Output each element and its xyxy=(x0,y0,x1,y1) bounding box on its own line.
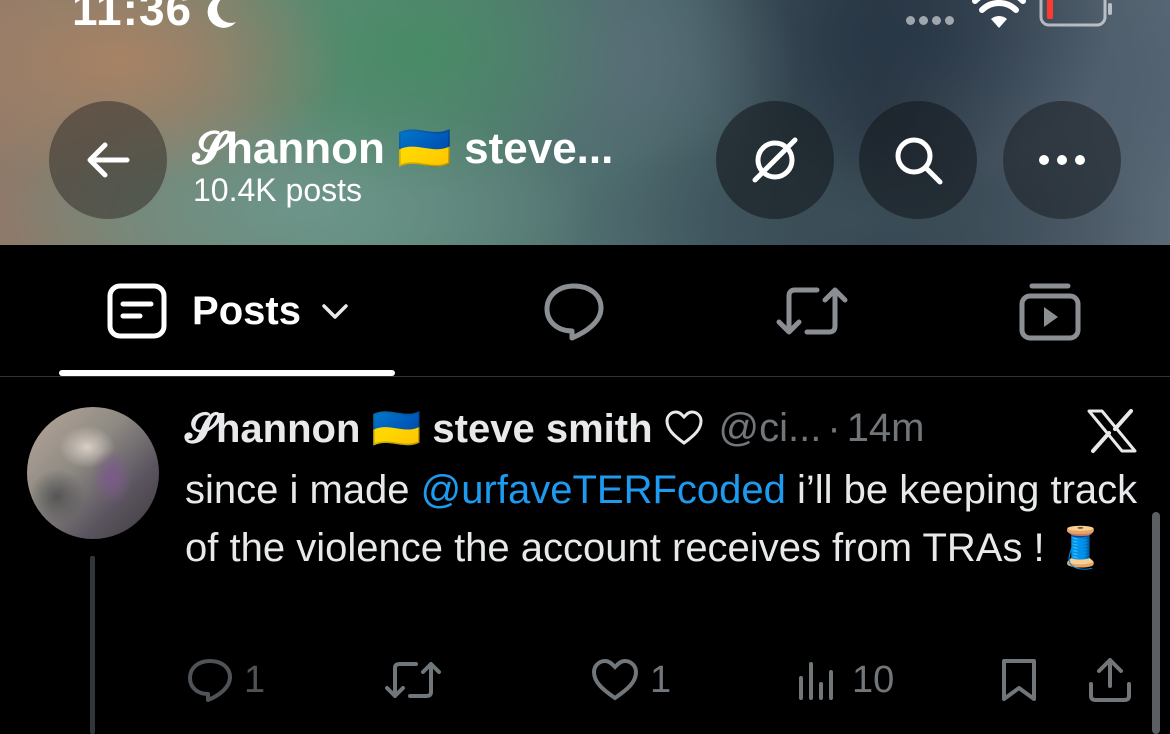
bookmark-button[interactable] xyxy=(998,650,1040,710)
tweet-text-start: since i made xyxy=(185,468,421,512)
more-options-button[interactable] xyxy=(1003,101,1121,219)
grok-icon xyxy=(752,137,798,183)
back-arrow-icon xyxy=(87,142,130,178)
separator-dot: · xyxy=(827,405,841,450)
tab-posts-label: Posts xyxy=(192,288,301,333)
search-button[interactable] xyxy=(859,101,977,219)
reply-icon xyxy=(188,659,232,702)
tab-replies[interactable] xyxy=(494,245,654,377)
views-button[interactable]: 10 xyxy=(796,650,894,710)
tweet-actions: 1 1 10 xyxy=(0,650,1170,710)
post-count: 10.4K posts xyxy=(193,172,362,208)
tweet-author-name[interactable]: 𝓢hannon 🇺🇦 steve smith xyxy=(185,405,653,452)
bookmark-icon xyxy=(1002,659,1036,701)
scrollbar[interactable] xyxy=(1152,512,1160,734)
tab-reposts[interactable] xyxy=(732,245,892,377)
back-button[interactable] xyxy=(49,101,167,219)
profile-tab-bar: Posts xyxy=(0,245,1170,377)
ellipsis-icon xyxy=(1039,155,1085,165)
active-tab-indicator xyxy=(59,370,395,376)
profile-header: 11:36 𝓢hannon 🇺🇦 steve... 10.4K posts xyxy=(0,0,1170,245)
moon-icon xyxy=(207,0,236,28)
cellular-signal-icon xyxy=(906,16,954,25)
heart-icon xyxy=(591,658,639,701)
heart-outline-icon xyxy=(665,410,703,445)
like-count: 1 xyxy=(650,658,672,701)
tweet-text: since i made @urfaveTERFcoded i’ll be ke… xyxy=(185,461,1145,577)
reply-count: 1 xyxy=(244,658,266,701)
tab-media[interactable] xyxy=(970,245,1130,377)
wifi-icon xyxy=(972,0,1026,28)
tweet-header: 𝓢hannon 🇺🇦 steve smith @ci... · 14m xyxy=(185,403,925,453)
reply-button[interactable]: 1 xyxy=(186,650,265,710)
speech-bubble-icon xyxy=(544,283,604,341)
profile-name: 𝓢hannon 🇺🇦 steve... xyxy=(192,124,614,173)
search-icon xyxy=(895,137,943,185)
mention-link[interactable]: @urfaveTERFcoded xyxy=(421,468,786,512)
tab-posts[interactable]: Posts xyxy=(60,245,395,377)
status-time: 11:36 xyxy=(72,0,193,35)
repost-icon xyxy=(385,662,441,698)
x-logo-icon xyxy=(1087,409,1137,453)
posts-icon xyxy=(107,283,167,339)
chevron-down-icon xyxy=(322,304,348,319)
view-count: 10 xyxy=(852,658,895,701)
share-button[interactable] xyxy=(1086,650,1134,710)
avatar[interactable] xyxy=(27,407,159,539)
share-icon xyxy=(1089,658,1131,702)
tweet-timestamp[interactable]: 14m xyxy=(847,406,925,451)
bar-chart-icon xyxy=(799,662,833,700)
like-button[interactable]: 1 xyxy=(590,650,671,710)
battery-icon xyxy=(1039,0,1112,27)
repost-button[interactable] xyxy=(384,650,442,710)
repost-icon xyxy=(776,287,848,335)
media-icon xyxy=(1019,283,1081,341)
tweet-handle[interactable]: @ci... xyxy=(719,406,822,451)
grok-button[interactable] xyxy=(716,101,834,219)
